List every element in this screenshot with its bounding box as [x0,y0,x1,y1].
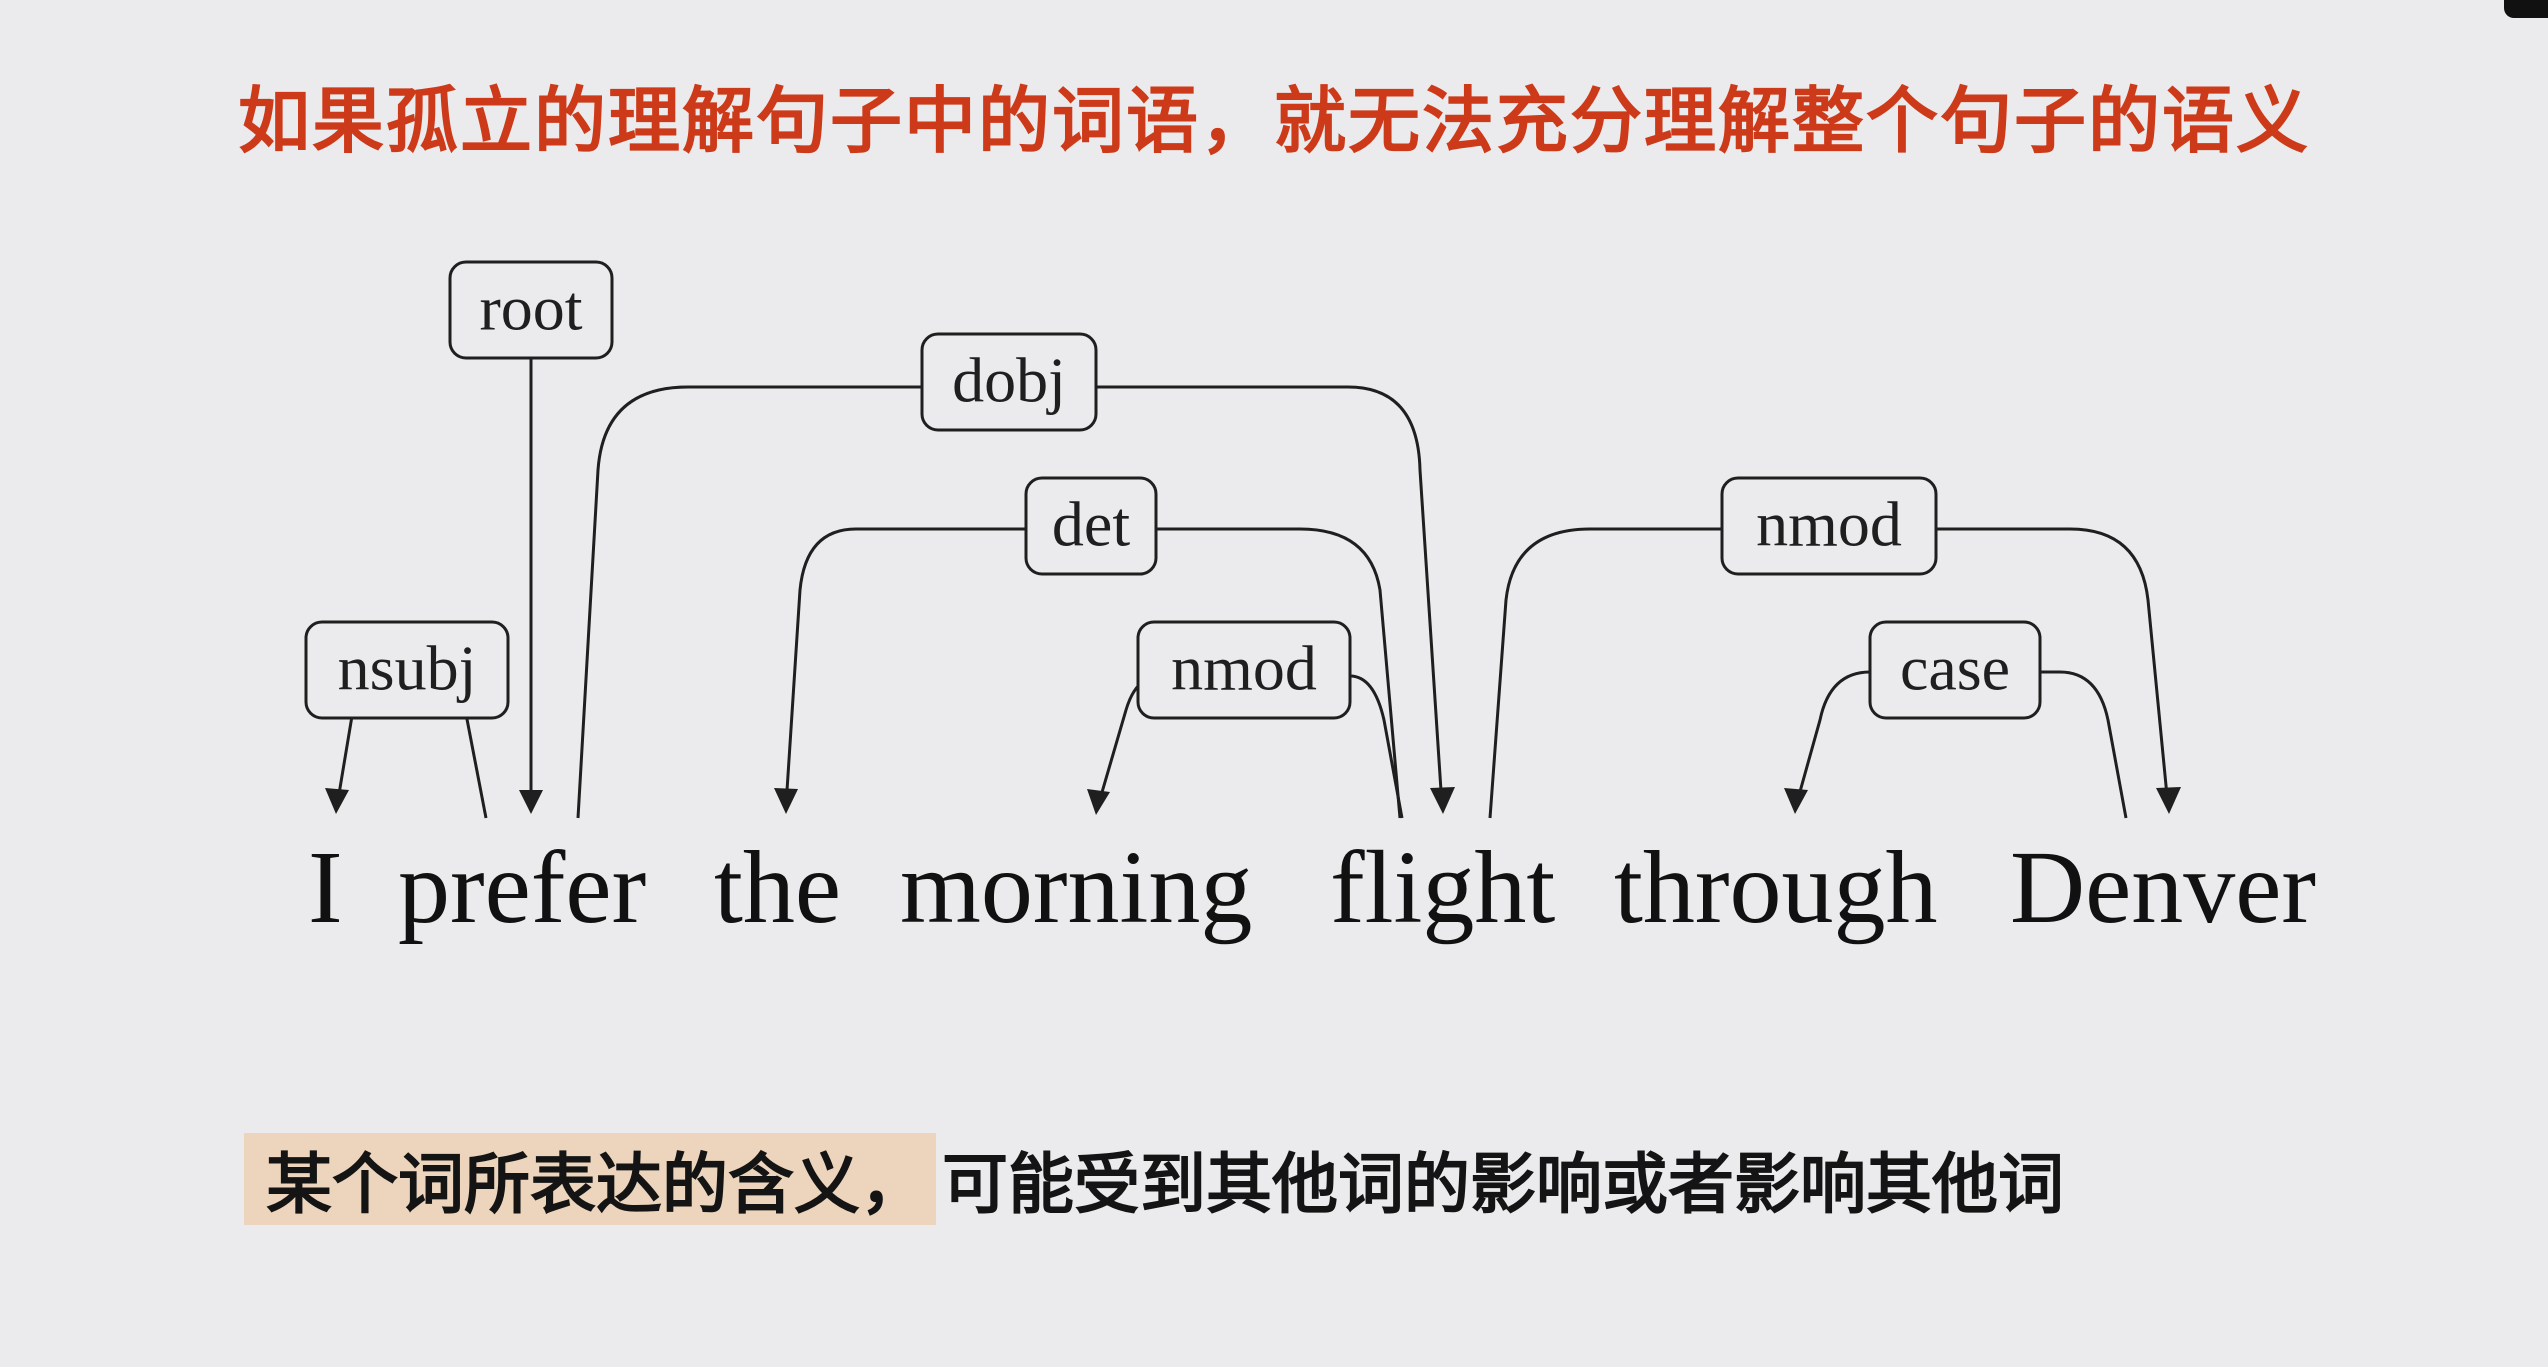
arrowhead-root [519,790,543,814]
arc-nsubj-head [464,713,488,819]
relation-nmod-denver: nmod [1488,476,2181,819]
relation-nsubj: nsubj [304,620,510,819]
relation-label: nmod [1756,489,1902,560]
word: prefer [398,830,646,945]
relation-nmod-morning: nmod [1087,620,1404,819]
relation-case: case [1784,620,2128,819]
word: flight [1330,830,1555,945]
arrowhead-nsubj [325,788,349,814]
relation-label: root [479,273,582,344]
sentence: I prefer the morning flight through Denv… [308,830,2316,945]
word: I [308,830,343,945]
caption: 某个词所表达的含义， 可能受到其他词的影响或者影响其他词 [244,1133,2064,1225]
arrowhead-dobj [1430,787,1455,814]
arrowhead-nmod-denver [2156,787,2181,814]
relation-label: det [1052,489,1130,560]
relation-label: case [1900,633,2010,704]
relation-label: nmod [1171,633,1317,704]
relation-root: root [448,260,614,814]
relation-label: dobj [952,345,1066,416]
arrowhead-case [1784,788,1808,814]
relation-label: nsubj [338,633,477,704]
word: the [714,830,841,945]
word: Denver [2010,830,2316,945]
word: through [1614,830,1938,945]
arrowhead-det [774,788,798,814]
relation-dobj: dobj [576,332,1455,819]
caption-highlighted: 某个词所表达的含义， [244,1133,936,1225]
word: morning [900,830,1252,945]
arrowhead-nmod-morning [1087,789,1110,815]
arc-dobj [576,385,1444,819]
caption-rest: 可能受到其他词的影响或者影响其他词 [942,1146,2064,1223]
